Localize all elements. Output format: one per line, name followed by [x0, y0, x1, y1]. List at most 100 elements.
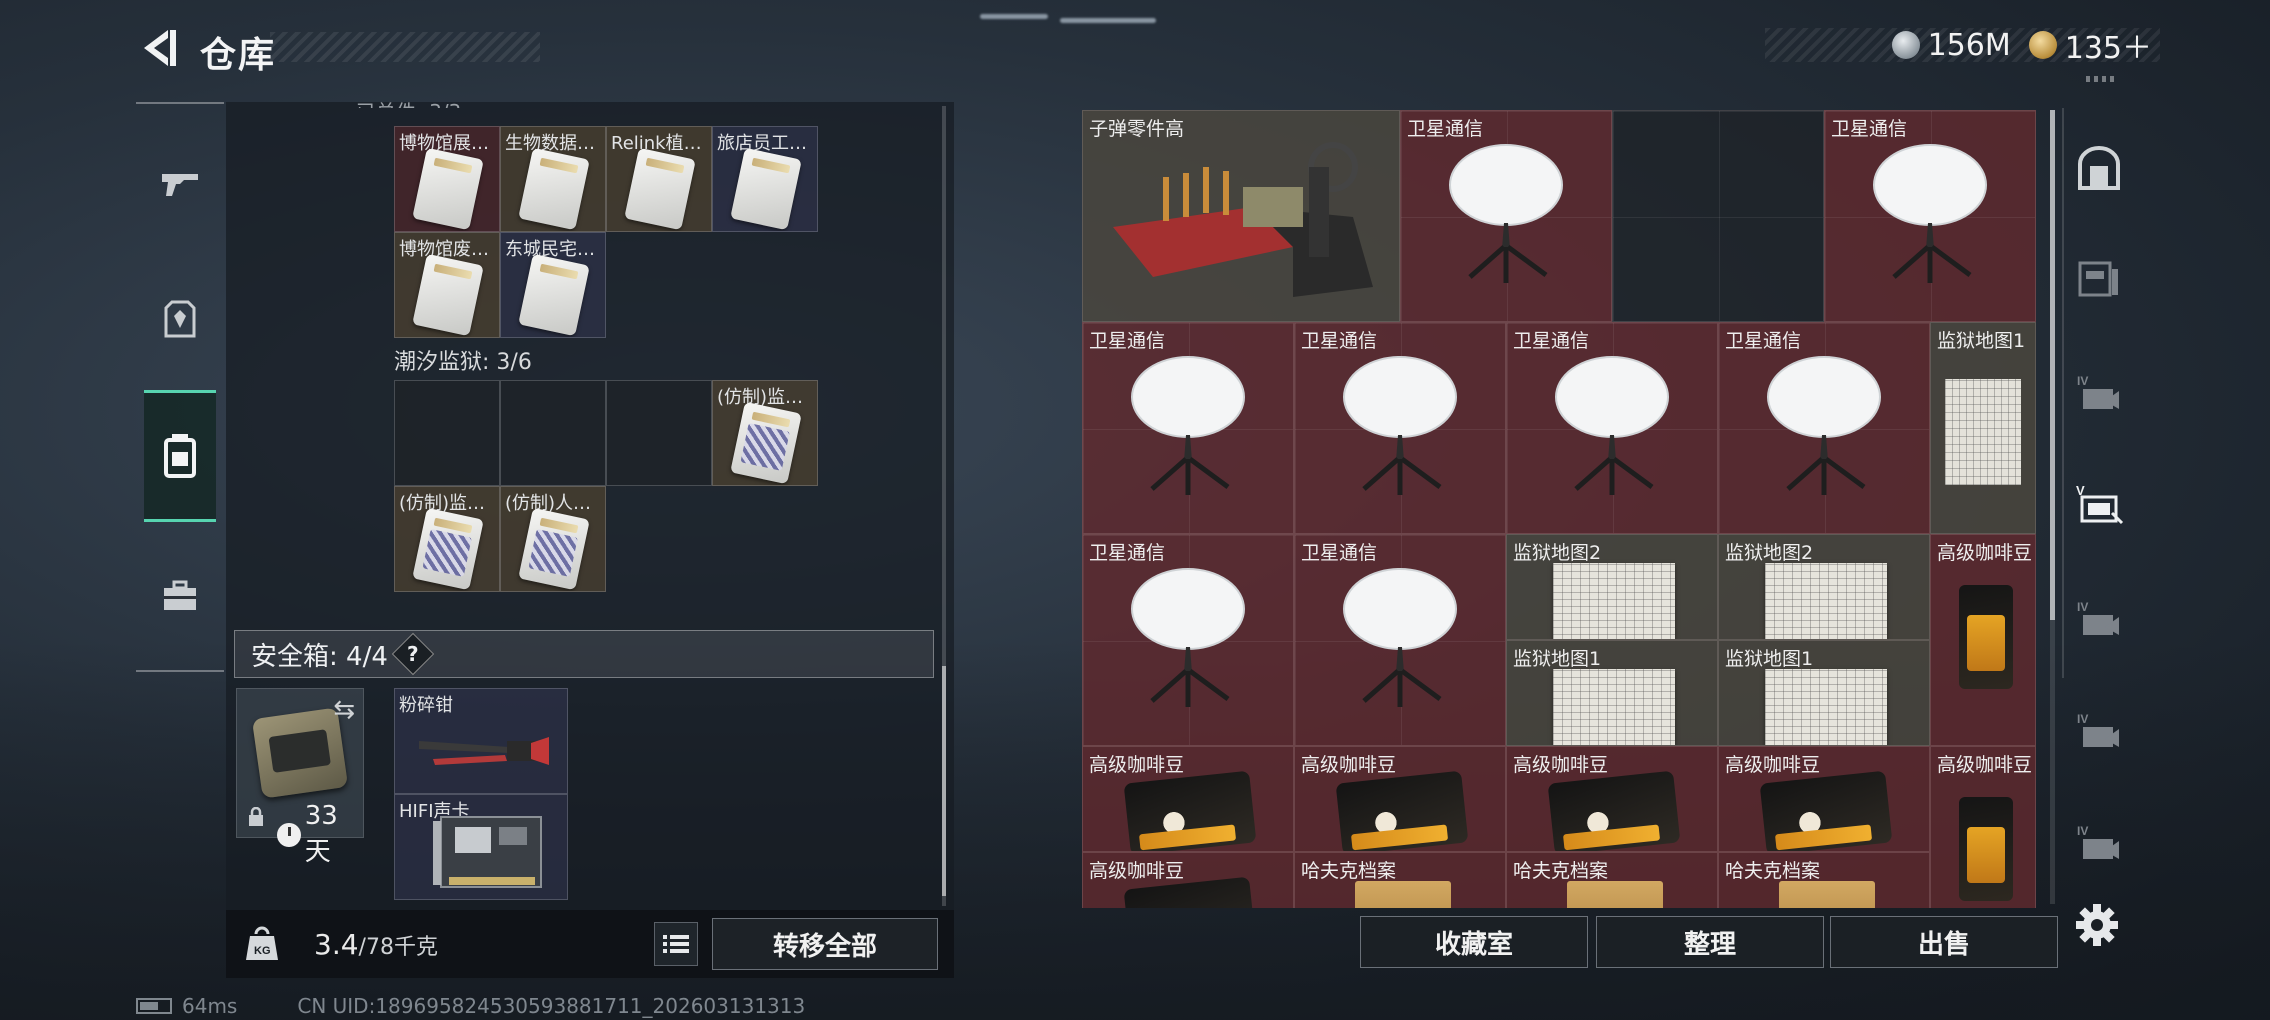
- prison-slot-5[interactable]: (仿制)监…: [394, 486, 500, 592]
- weight-bar: KG 3.4/78千克 转移全部: [226, 910, 954, 978]
- vault-door-icon: [2078, 146, 2120, 190]
- storage-tab-home[interactable]: [2074, 144, 2124, 194]
- grid-scrollbar[interactable]: [2050, 110, 2055, 904]
- prison-slot-1[interactable]: [394, 380, 500, 486]
- item-hawk-file-1[interactable]: 哈夫克档案: [1294, 852, 1506, 908]
- currency-silver-value: 156M: [1927, 27, 2011, 63]
- safe-box-days: 33天: [304, 801, 338, 867]
- nav-briefcase[interactable]: [144, 560, 216, 632]
- back-button[interactable]: [136, 24, 184, 72]
- map-image: [1765, 563, 1887, 639]
- safe-item-soundcard[interactable]: HIFI声卡: [394, 794, 568, 900]
- item-coffee-2[interactable]: 高级咖啡豆: [1294, 746, 1506, 852]
- item-hawk-file-3[interactable]: 哈夫克档案: [1718, 852, 1930, 908]
- item-label: 监狱地图1: [1725, 648, 1814, 670]
- nav-backpack[interactable]: [144, 390, 216, 522]
- item-satellite-1[interactable]: 卫星通信: [1400, 110, 1612, 322]
- item-satellite-2[interactable]: 卫星通信: [1824, 110, 2036, 322]
- nav-armor[interactable]: [144, 284, 216, 356]
- museum-slot-4[interactable]: 旅店员工…: [712, 126, 818, 232]
- museum-slot-5[interactable]: 博物馆废…: [394, 232, 500, 338]
- crusher-pliers-icon: [419, 737, 549, 765]
- item-satellite-7[interactable]: 卫星通信: [1082, 534, 1294, 746]
- item-satellite-5[interactable]: 卫星通信: [1506, 322, 1718, 534]
- item-label: (仿制)监…: [399, 493, 486, 514]
- safe-item-crusher[interactable]: 粉碎钳: [394, 688, 568, 794]
- storage-tab-iv-1[interactable]: IV: [2074, 368, 2124, 418]
- storage-tab-box[interactable]: [2074, 254, 2124, 304]
- currency-silver[interactable]: 156M: [1891, 27, 2011, 63]
- item-label: 博物馆展…: [399, 133, 489, 154]
- item-prison-map-2b[interactable]: 监狱地图2: [1718, 534, 1930, 640]
- swap-icon[interactable]: ⇆: [333, 695, 355, 725]
- map-image: [1945, 379, 2021, 485]
- item-prison-map-1a[interactable]: 监狱地图1: [1506, 640, 1718, 746]
- storage-tab-v[interactable]: V: [2074, 480, 2124, 530]
- satellite-dish-icon: [1343, 356, 1457, 495]
- inventory-scrollbar[interactable]: [942, 106, 946, 906]
- item-label: 高级咖啡豆: [1937, 754, 2033, 776]
- item-coffee-3[interactable]: 高级咖啡豆: [1506, 746, 1718, 852]
- item-label: 高级咖啡豆: [1301, 754, 1397, 776]
- item-label: 监狱地图2: [1513, 542, 1602, 564]
- lock-icon: [249, 807, 263, 826]
- warehouse-actions: 收藏室 整理 出售: [1360, 916, 2058, 968]
- item-prison-map-1[interactable]: 监狱地图1: [1930, 322, 2036, 534]
- list-view-button[interactable]: [654, 922, 698, 966]
- storage-expansion-icon: IV: [2077, 824, 2119, 859]
- safe-box[interactable]: ⇆ 33天: [236, 688, 364, 867]
- storage-tab-iv-3[interactable]: IV: [2074, 706, 2124, 756]
- item-coffee-4[interactable]: 高级咖啡豆: [1718, 746, 1930, 852]
- safe-help-button[interactable]: ?: [391, 632, 435, 676]
- gun-icon: [162, 174, 198, 196]
- safe-box-header: 安全箱: 4/4 ?: [234, 630, 934, 678]
- settings-button[interactable]: [2074, 902, 2120, 948]
- item-prison-map-2a[interactable]: 监狱地图2: [1506, 534, 1718, 640]
- prison-slot-2[interactable]: [500, 380, 606, 486]
- organize-button[interactable]: 整理: [1596, 916, 1824, 968]
- transfer-all-button[interactable]: 转移全部: [712, 918, 938, 970]
- folder-image: [1355, 881, 1451, 908]
- item-coffee-tall-1[interactable]: 高级咖啡豆: [1930, 534, 2036, 746]
- storage-tab-iv-4[interactable]: IV: [2074, 818, 2124, 868]
- svg-text:IV: IV: [2077, 712, 2088, 726]
- item-label: 监狱地图1: [1937, 330, 2026, 352]
- scroll-thumb[interactable]: [2050, 110, 2055, 620]
- currency-gold-value: 135＋: [2064, 31, 2152, 66]
- item-label: 哈夫克档案: [1725, 860, 1821, 882]
- item-coffee-5[interactable]: 高级咖啡豆: [1082, 852, 1294, 908]
- right-nav-decoration: [2086, 76, 2116, 82]
- cell-gridlines: [1613, 111, 1823, 321]
- item-ammo-parts[interactable]: 子弹零件高: [1082, 110, 1400, 322]
- ping-value: 64ms: [182, 994, 238, 1018]
- satellite-dish-icon: [1343, 568, 1457, 707]
- museum-slot-1[interactable]: 博物馆展…: [394, 126, 500, 232]
- scroll-thumb[interactable]: [942, 666, 946, 896]
- currency-bar: 156M 135＋: [1765, 27, 2160, 66]
- prison-slot-3[interactable]: [606, 380, 712, 486]
- item-coffee-1[interactable]: 高级咖啡豆: [1082, 746, 1294, 852]
- sell-button[interactable]: 出售: [1830, 916, 2058, 968]
- item-coffee-tall-2[interactable]: 高级咖啡豆: [1930, 746, 2036, 908]
- item-hawk-file-2[interactable]: 哈夫克档案: [1506, 852, 1718, 908]
- nav-weapons[interactable]: [144, 148, 216, 220]
- keycard-icon: [730, 147, 802, 231]
- prison-slot-4[interactable]: (仿制)监…: [712, 380, 818, 486]
- currency-gold[interactable]: 135＋: [2028, 23, 2152, 67]
- storage-tab-iv-2[interactable]: IV: [2074, 594, 2124, 644]
- item-satellite-4[interactable]: 卫星通信: [1294, 322, 1506, 534]
- item-satellite-6[interactable]: 卫星通信: [1718, 322, 1930, 534]
- map-image: [1553, 669, 1675, 745]
- storage-expansion-active-icon: V: [2076, 483, 2124, 525]
- collection-room-button[interactable]: 收藏室: [1360, 916, 1588, 968]
- coffee-bag-image: [1547, 770, 1681, 851]
- item-label: 高级咖啡豆: [1513, 754, 1609, 776]
- museum-slot-3[interactable]: Relink植…: [606, 126, 712, 232]
- museum-slot-2[interactable]: 生物数据…: [500, 126, 606, 232]
- prison-slot-6[interactable]: (仿制)人…: [500, 486, 606, 592]
- item-satellite-8[interactable]: 卫星通信: [1294, 534, 1506, 746]
- empty-cell[interactable]: [1612, 110, 1824, 322]
- item-prison-map-1b[interactable]: 监狱地图1: [1718, 640, 1930, 746]
- item-satellite-3[interactable]: 卫星通信: [1082, 322, 1294, 534]
- museum-slot-6[interactable]: 东城民宅…: [500, 232, 606, 338]
